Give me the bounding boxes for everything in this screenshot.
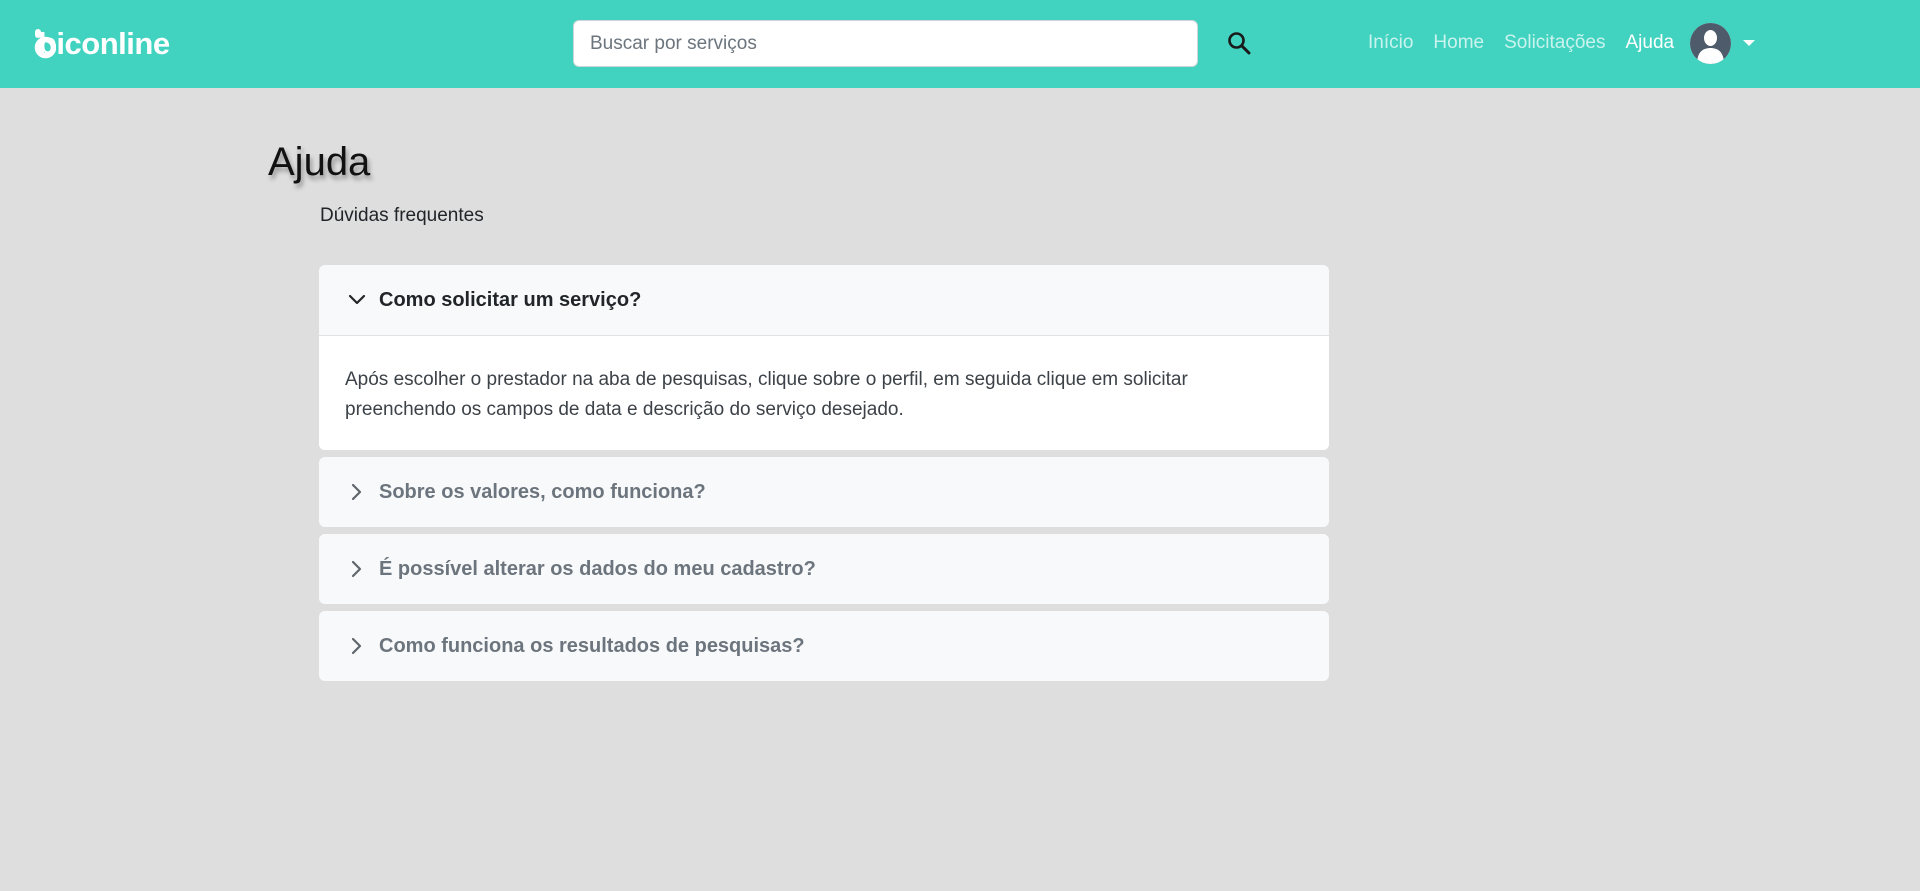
faq-item: Como solicitar um serviço? Após escolher… <box>319 265 1329 450</box>
faq-question-label: Sobre os valores, como funciona? <box>379 480 706 503</box>
page-subtitle: Dúvidas frequentes <box>320 205 484 226</box>
nav-link-home[interactable]: Home <box>1423 32 1494 54</box>
faq-accordion: Como solicitar um serviço? Após escolher… <box>319 265 1329 688</box>
top-navbar: biconline Início Home Solicitações Ajuda <box>0 0 1920 88</box>
nav-link-solicitacoes[interactable]: Solicitações <box>1494 32 1615 54</box>
nav-menu: Início Home Solicitações Ajuda <box>1358 22 1756 64</box>
faq-item: É possível alterar os dados do meu cadas… <box>319 534 1329 604</box>
chevron-right-icon <box>351 560 362 578</box>
page-title: Ajuda <box>268 140 371 184</box>
nav-link-ajuda[interactable]: Ajuda <box>1616 32 1685 54</box>
search-input[interactable] <box>573 20 1198 67</box>
faq-question-button[interactable]: Como funciona os resultados de pesquisas… <box>319 611 1329 681</box>
faq-item: Como funciona os resultados de pesquisas… <box>319 611 1329 681</box>
chevron-right-icon <box>351 483 362 501</box>
brand-logo[interactable]: biconline <box>34 26 170 61</box>
user-avatar-icon <box>1690 22 1732 64</box>
caret-down-icon[interactable] <box>1743 40 1756 46</box>
chevron-right-icon <box>351 637 362 655</box>
faq-question-label: É possível alterar os dados do meu cadas… <box>379 557 816 580</box>
faq-answer: Após escolher o prestador na aba de pesq… <box>319 336 1329 450</box>
faq-question-button[interactable]: Sobre os valores, como funciona? <box>319 457 1329 527</box>
search-button[interactable] <box>1222 26 1256 60</box>
brand-name: biconline <box>38 26 170 61</box>
user-avatar[interactable] <box>1690 22 1732 64</box>
faq-question-label: Como solicitar um serviço? <box>379 288 642 311</box>
faq-item: Sobre os valores, como funciona? <box>319 457 1329 527</box>
nav-link-inicio[interactable]: Início <box>1358 32 1423 54</box>
search-icon <box>1228 32 1251 55</box>
faq-question-button[interactable]: É possível alterar os dados do meu cadas… <box>319 534 1329 604</box>
faq-question-button[interactable]: Como solicitar um serviço? <box>319 265 1329 336</box>
faq-question-label: Como funciona os resultados de pesquisas… <box>379 634 805 657</box>
chevron-down-icon <box>348 294 366 305</box>
